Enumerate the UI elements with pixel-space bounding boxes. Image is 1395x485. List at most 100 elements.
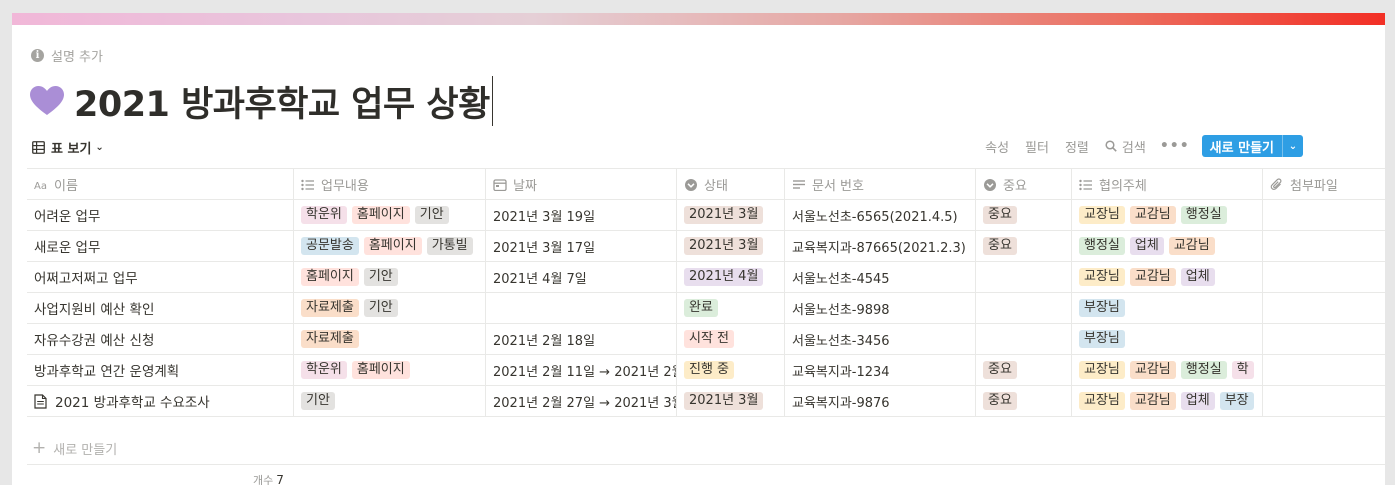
- cell-date[interactable]: 2021년 4월 7일: [486, 262, 677, 292]
- cell-docnum[interactable]: 서울노선초-6565(2021.4.5): [785, 200, 976, 230]
- date-value: 2021년 2월 27일 → 2021년 3월: [493, 395, 677, 411]
- cell-name[interactable]: 어쩌고저쩌고 업무: [27, 262, 294, 292]
- cell-name[interactable]: 사업지원비 예산 확인: [27, 293, 294, 323]
- cell-tasks[interactable]: 기안: [294, 386, 486, 416]
- text-cursor: [491, 76, 493, 126]
- cell-attachment[interactable]: [1263, 262, 1385, 292]
- cell-important[interactable]: [976, 293, 1072, 323]
- table-row[interactable]: 새로운 업무 공문발송 홈페이지 가통빌 2021년 3월 17일 2021년 3월 교육복…: [27, 231, 1385, 262]
- cell-tasks[interactable]: 홈페이지 기안: [294, 262, 486, 292]
- cell-attachment[interactable]: [1263, 231, 1385, 261]
- add-row-button[interactable]: + 새로 만들기: [32, 437, 117, 459]
- cell-important[interactable]: [976, 262, 1072, 292]
- search-button[interactable]: 검색: [1105, 137, 1146, 156]
- column-header-name[interactable]: Aa 이름: [27, 169, 294, 199]
- cell-important[interactable]: 중요: [976, 355, 1072, 385]
- cell-attachment[interactable]: [1263, 324, 1385, 354]
- column-header-docnum[interactable]: 문서 번호: [785, 169, 976, 199]
- cell-important[interactable]: [976, 324, 1072, 354]
- cell-important[interactable]: 중요: [976, 231, 1072, 261]
- column-header-parties[interactable]: 협의주체: [1072, 169, 1263, 199]
- cell-attachment[interactable]: [1263, 293, 1385, 323]
- cell-date[interactable]: [486, 293, 677, 323]
- cell-date[interactable]: 2021년 3월 19일: [486, 200, 677, 230]
- column-header-attachment[interactable]: 첨부파일: [1263, 169, 1385, 199]
- cell-attachment[interactable]: [1263, 386, 1385, 416]
- status-tag: 완료: [684, 299, 718, 317]
- table-row[interactable]: 자유수강권 예산 신청 자료제출 2021년 2월 18일 시작 전 서울노선초-345…: [27, 324, 1385, 355]
- cell-attachment[interactable]: [1263, 355, 1385, 385]
- status-tag: 진행 중: [684, 361, 735, 379]
- view-selector[interactable]: 표 보기 ⌄: [32, 137, 104, 157]
- column-header-status[interactable]: 상태: [677, 169, 785, 199]
- cell-name[interactable]: 2021 방과후학교 수요조사: [27, 386, 294, 416]
- cell-date[interactable]: 2021년 2월 18일: [486, 324, 677, 354]
- table-row[interactable]: 2021 방과후학교 수요조사 기안 2021년 2월 27일 → 2021년 3월…: [27, 386, 1385, 417]
- cell-status[interactable]: 시작 전: [677, 324, 785, 354]
- cell-status[interactable]: 완료: [677, 293, 785, 323]
- new-entry-button[interactable]: 새로 만들기 ⌄: [1201, 135, 1303, 157]
- cell-docnum[interactable]: 서울노선초-4545: [785, 262, 976, 292]
- cover-banner[interactable]: [12, 13, 1385, 25]
- party-tag: 부장: [1219, 392, 1254, 410]
- table-row[interactable]: 어려운 업무 학운위 홈페이지 기안 2021년 3월 19일 2021년 3월 서울노선초…: [27, 200, 1385, 231]
- cell-parties[interactable]: 교장님 교감님 행정실 학: [1072, 355, 1263, 385]
- cell-status[interactable]: 진행 중: [677, 355, 785, 385]
- purple-heart-icon[interactable]: [30, 86, 64, 116]
- cell-name[interactable]: 어려운 업무: [27, 200, 294, 230]
- date-value: 2021년 4월 7일: [493, 271, 587, 287]
- cell-tasks[interactable]: 학운위 홈페이지: [294, 355, 486, 385]
- cell-attachment[interactable]: [1263, 200, 1385, 230]
- column-header-date[interactable]: 날짜: [486, 169, 677, 199]
- party-tag: 교감님: [1129, 206, 1176, 224]
- cell-parties[interactable]: 교장님 교감님 행정실: [1072, 200, 1263, 230]
- party-tag: 업체: [1180, 268, 1215, 286]
- column-header-important[interactable]: 중요: [976, 169, 1072, 199]
- view-name: 표 보기: [51, 141, 92, 157]
- cell-tasks[interactable]: 학운위 홈페이지 기안: [294, 200, 486, 230]
- table-row[interactable]: 사업지원비 예산 확인 자료제출 기안 완료 서울노선초-9898 부장님: [27, 293, 1385, 324]
- cell-name[interactable]: 방과후학교 연간 운영계획: [27, 355, 294, 385]
- row-count[interactable]: 개수 7: [253, 472, 284, 485]
- cell-parties[interactable]: 부장님: [1072, 293, 1263, 323]
- cell-name[interactable]: 새로운 업무: [27, 231, 294, 261]
- cell-parties[interactable]: 교장님 교감님 업체: [1072, 262, 1263, 292]
- cell-docnum[interactable]: 서울노선초-9898: [785, 293, 976, 323]
- cell-parties[interactable]: 교장님 교감님 업체 부장: [1072, 386, 1263, 416]
- sort-button[interactable]: 정렬: [1065, 137, 1089, 156]
- cell-important[interactable]: 중요: [976, 386, 1072, 416]
- cell-parties[interactable]: 부장님: [1072, 324, 1263, 354]
- column-header-label: 이름: [54, 178, 78, 194]
- cell-date[interactable]: 2021년 2월 11일 → 2021년 2월: [486, 355, 677, 385]
- info-icon: i: [31, 48, 44, 62]
- cell-docnum[interactable]: 교육복지과-9876: [785, 386, 976, 416]
- cell-tasks[interactable]: 자료제출 기안: [294, 293, 486, 323]
- cell-status[interactable]: 2021년 4월: [677, 262, 785, 292]
- cell-status[interactable]: 2021년 3월: [677, 200, 785, 230]
- cell-status[interactable]: 2021년 3월: [677, 231, 785, 261]
- cell-status[interactable]: 2021년 3월: [677, 386, 785, 416]
- row-title: 어쩌고저쩌고 업무: [34, 271, 138, 287]
- document-number: 서울노선초-9898: [792, 302, 890, 318]
- page-title[interactable]: 2021 방과후학교 업무 상황: [74, 76, 490, 127]
- cell-date[interactable]: 2021년 2월 27일 → 2021년 3월: [486, 386, 677, 416]
- table-row[interactable]: 방과후학교 연간 운영계획 학운위 홈페이지 2021년 2월 11일 → 2021년…: [27, 355, 1385, 386]
- properties-button[interactable]: 속성: [985, 137, 1009, 156]
- cell-docnum[interactable]: 교육복지과-1234: [785, 355, 976, 385]
- cell-tasks[interactable]: 공문발송 홈페이지 가통빌: [294, 231, 486, 261]
- cell-tasks[interactable]: 자료제출: [294, 324, 486, 354]
- table-row[interactable]: 어쩌고저쩌고 업무 홈페이지 기안 2021년 4월 7일 2021년 4월 서울노선초-…: [27, 262, 1385, 293]
- new-entry-dropdown-icon[interactable]: ⌄: [1282, 135, 1303, 157]
- cell-parties[interactable]: 행정실 업체 교감님: [1072, 231, 1263, 261]
- document-number: 서울노선초-3456: [792, 333, 890, 349]
- cell-docnum[interactable]: 서울노선초-3456: [785, 324, 976, 354]
- cell-docnum[interactable]: 교육복지과-87665(2021.2.3): [785, 231, 976, 261]
- more-options-icon[interactable]: •••: [1160, 138, 1190, 154]
- filter-button[interactable]: 필터: [1025, 137, 1049, 156]
- cell-important[interactable]: 중요: [976, 200, 1072, 230]
- cell-date[interactable]: 2021년 3월 17일: [486, 231, 677, 261]
- column-header-tasks[interactable]: 업무내용: [294, 169, 486, 199]
- add-description-button[interactable]: i 설명 추가: [31, 46, 103, 65]
- table-header-row: Aa 이름 업무내용 날짜 상태 문서 번호 중요 협의주체 첨부파일: [27, 168, 1385, 200]
- cell-name[interactable]: 자유수강권 예산 신청: [27, 324, 294, 354]
